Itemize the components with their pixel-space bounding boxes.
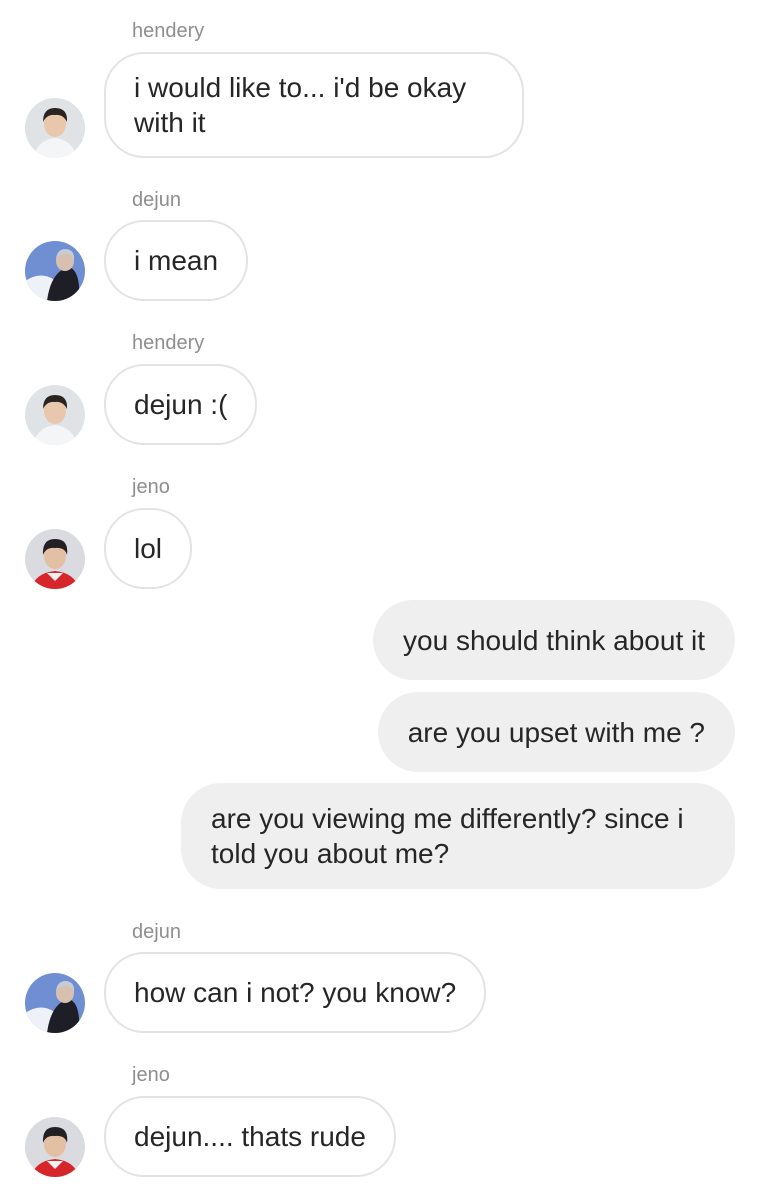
dejun-avatar[interactable]	[25, 973, 85, 1033]
message-bubble[interactable]: are you upset with me ?	[377, 692, 735, 772]
message-text: dejun :(	[134, 389, 228, 420]
message-bubble[interactable]: dejun.... thats rude	[104, 1096, 396, 1177]
message-bubble[interactable]: how can i not? you know?	[104, 952, 487, 1033]
sender-name: dejun	[132, 921, 181, 943]
hendery-avatar[interactable]	[25, 385, 85, 445]
sender-name: dejun	[132, 189, 181, 211]
message-text: are you upset with me ?	[407, 716, 705, 748]
message-text: how can i not? you know?	[134, 977, 457, 1008]
message-text: lol	[134, 533, 163, 564]
message-bubble[interactable]: i mean	[104, 220, 249, 301]
jeno-avatar[interactable]	[25, 529, 85, 589]
jeno-avatar[interactable]	[25, 1117, 85, 1177]
sender-name: jeno	[132, 1064, 170, 1086]
dejun-avatar[interactable]	[25, 241, 85, 301]
message-bubble[interactable]: you should think about it	[373, 600, 735, 680]
message-bubble[interactable]: lol	[104, 508, 193, 589]
message-text: are you viewing me differently? since i …	[211, 803, 684, 869]
message-text: i would like to... i'd be okay with it	[134, 72, 467, 138]
sender-name: hendery	[132, 20, 205, 42]
sender-name: hendery	[132, 332, 205, 354]
message-bubble[interactable]: are you viewing me differently? since i …	[181, 783, 735, 889]
hendery-avatar[interactable]	[25, 98, 85, 158]
message-bubble[interactable]: dejun :(	[104, 364, 258, 445]
message-text: you should think about it	[403, 624, 705, 656]
sender-name: jeno	[132, 476, 170, 498]
message-bubble[interactable]: i would like to... i'd be okay with it	[104, 52, 524, 158]
message-text: i mean	[134, 245, 219, 276]
message-text: dejun.... thats rude	[134, 1121, 366, 1152]
